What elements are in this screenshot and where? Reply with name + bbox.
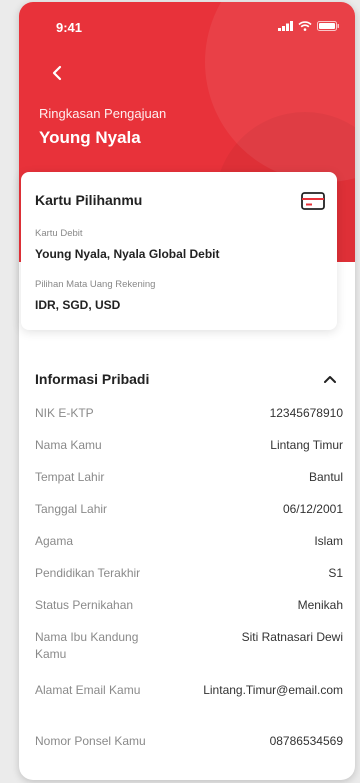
back-arrow-icon[interactable] xyxy=(49,64,67,82)
info-value: Lintang Timur xyxy=(270,438,343,452)
info-value: 08786534569 xyxy=(269,734,343,748)
info-label: NIK E-KTP xyxy=(35,406,94,420)
chevron-up-icon[interactable] xyxy=(323,373,337,385)
header-subtitle: Ringkasan Pengajuan xyxy=(39,106,167,121)
info-label: Nama Kamu xyxy=(35,438,102,452)
info-label: Nama Ibu Kandung Kamu xyxy=(35,630,139,661)
info-label: Pendidikan Terakhir xyxy=(35,566,141,580)
signal-icon xyxy=(278,21,293,31)
credit-card-icon xyxy=(301,192,325,210)
battery-icon xyxy=(317,21,339,31)
card-choice-panel: Kartu Pilihanmu Kartu Debit Young Nyala,… xyxy=(21,172,337,330)
debit-card-label: Kartu Debit xyxy=(35,228,83,239)
info-value: Siti Ratnasari Dewi xyxy=(241,630,343,644)
currency-value: IDR, SGD, USD xyxy=(35,298,121,312)
info-label: Agama xyxy=(35,534,74,548)
currency-label: Pilihan Mata Uang Rekening xyxy=(35,279,156,290)
card-choice-title: Kartu Pilihanmu xyxy=(35,192,143,208)
status-icons xyxy=(278,21,339,31)
personal-info-title: Informasi Pribadi xyxy=(35,371,150,387)
debit-card-value: Young Nyala, Nyala Global Debit xyxy=(35,247,220,261)
info-value: Bantul xyxy=(308,470,343,484)
status-bar: 9:41 xyxy=(19,2,355,42)
info-value: 06/12/2001 xyxy=(282,502,343,516)
info-value: Menikah xyxy=(297,598,343,612)
info-label: Alamat Email Kamu xyxy=(35,683,141,697)
info-value: 12345678910 xyxy=(269,406,343,420)
info-value: Islam xyxy=(314,534,343,548)
info-value: Lintang.Timur@email.com xyxy=(203,683,343,697)
wifi-icon xyxy=(298,21,312,31)
info-label: Status Pernikahan xyxy=(35,598,134,612)
info-label: Nomor Ponsel Kamu xyxy=(35,734,146,748)
info-label: Tempat Lahir xyxy=(35,470,105,484)
phone-screen: 9:41 Ringkasan Pengajuan Young Nyala xyxy=(19,2,355,780)
info-label: Tanggal Lahir xyxy=(35,502,108,516)
status-time: 9:41 xyxy=(56,20,83,35)
header-title: Young Nyala xyxy=(39,128,141,147)
info-value: S1 xyxy=(328,566,343,580)
